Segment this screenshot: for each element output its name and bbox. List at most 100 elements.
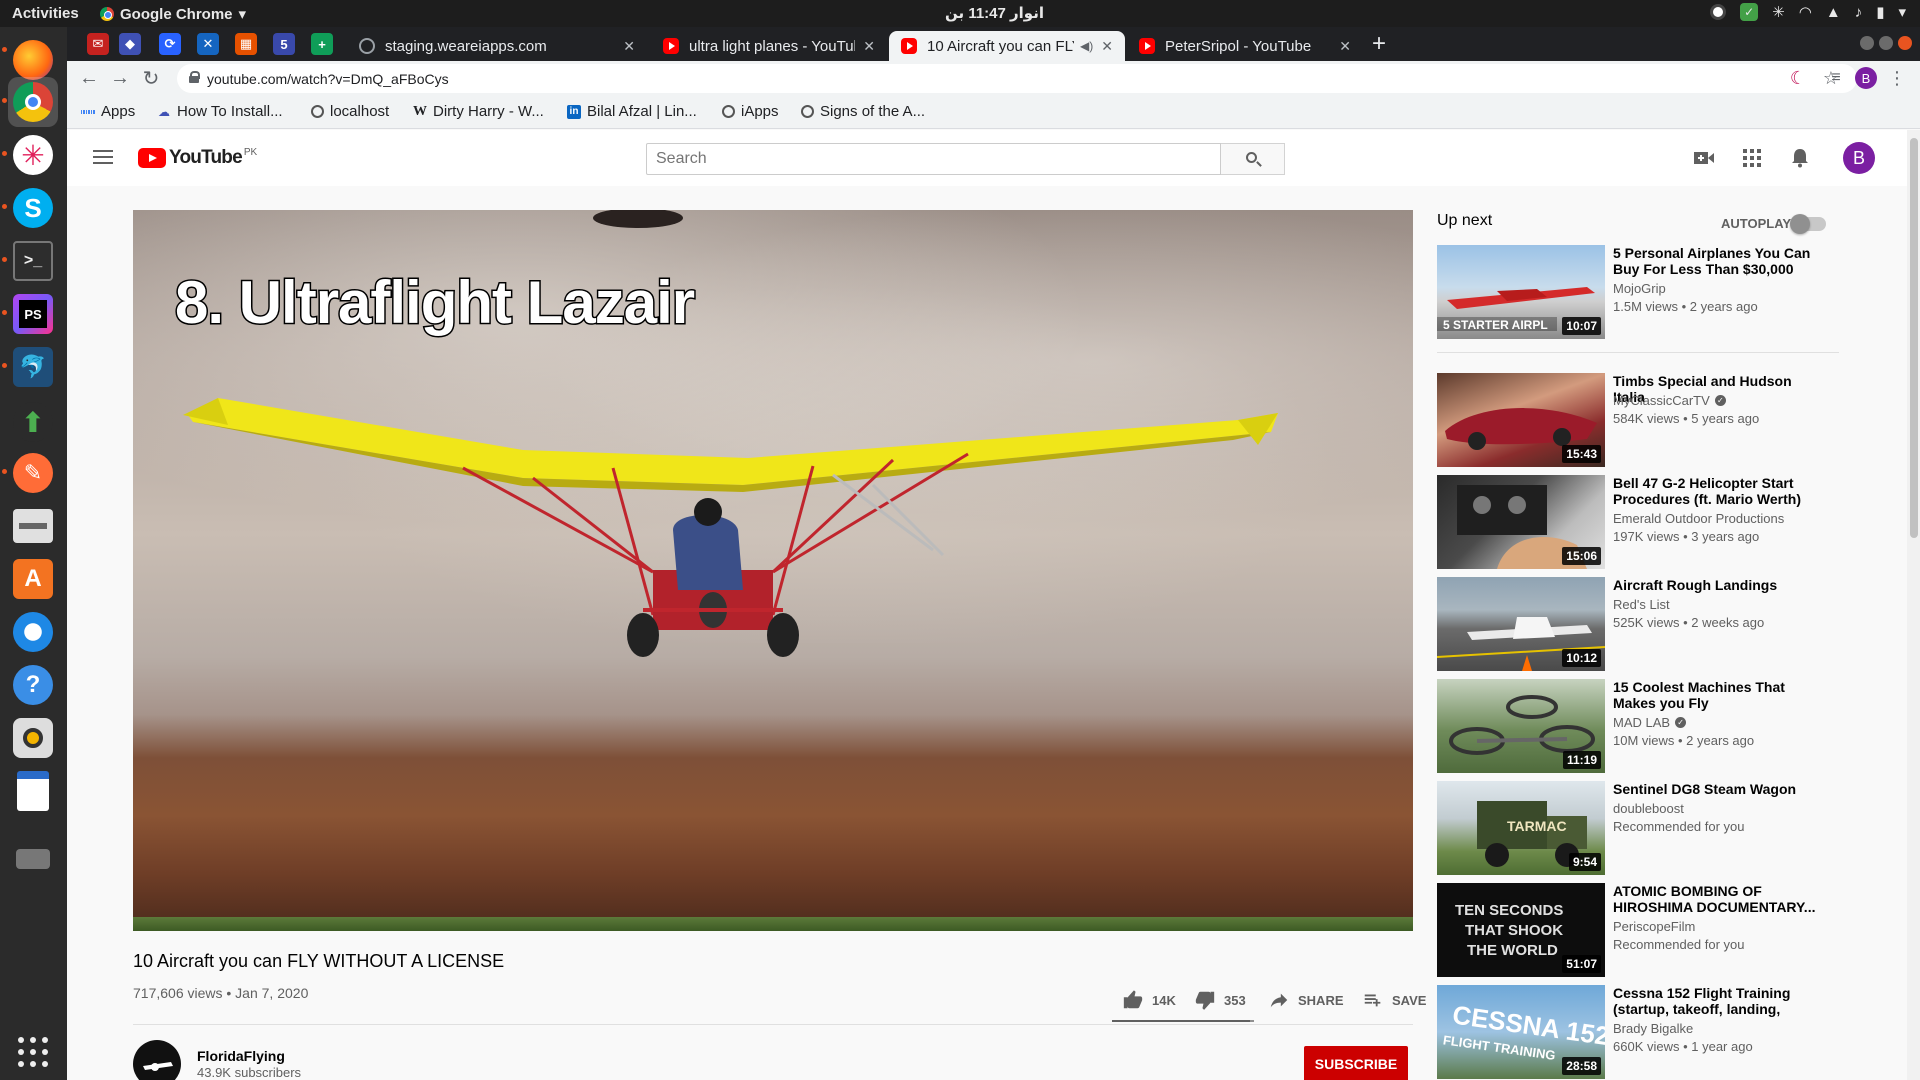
obs-icon[interactable] [1710,4,1727,20]
activities-button[interactable]: Activities [12,5,79,22]
video-title[interactable]: Bell 47 G-2 Helicopter Start Procedures … [1613,475,1823,507]
forward-button[interactable]: → [107,65,133,91]
recommended-video[interactable]: 5 STARTER AIRPL 10:07 5 Personal Airplan… [1437,245,1857,339]
channel-name[interactable]: Emerald Outdoor Productions [1613,511,1784,526]
close-window-button[interactable] [1898,36,1912,50]
recommended-video[interactable]: 15:43 Timbs Special and Hudson Italia My… [1437,373,1857,467]
clock[interactable]: انوار 11:47 بن [945,4,1044,22]
video-title[interactable]: Sentinel DG8 Steam Wagon [1613,781,1823,797]
close-icon[interactable]: ✕ [863,38,875,55]
robo3t-icon[interactable]: ⬆ [8,397,58,447]
gmail-pinned-tab[interactable]: ✉ [87,33,109,55]
video-title[interactable]: 5 Personal Airplanes You Can Buy For Les… [1613,245,1823,277]
subscribe-button[interactable]: SUBSCRIBE [1304,1046,1408,1080]
channel-name[interactable]: doubleboost [1613,801,1684,816]
channel-name[interactable]: MAD LAB ✓ [1613,715,1687,730]
share-button[interactable]: SHARE [1268,989,1344,1011]
trash-icon[interactable] [8,819,58,869]
reload-button[interactable]: ↻ [138,65,164,91]
terminal-icon[interactable]: >_ [8,236,58,286]
pinned-tab[interactable]: ▦ [235,33,257,55]
channel-name[interactable]: MojoGrip [1613,281,1666,296]
profile-button[interactable]: B [1854,66,1878,90]
recommended-video[interactable]: 10:12 Aircraft Rough Landings Red's List… [1437,577,1857,671]
save-button[interactable]: SAVE [1362,989,1426,1011]
menu-icon[interactable] [93,150,113,168]
channel-avatar[interactable] [133,1040,181,1080]
show-apps-icon[interactable] [8,1027,58,1077]
channel-name[interactable]: PeriscopeFilm [1613,919,1695,934]
file-manager-icon[interactable] [8,501,58,551]
system-tray[interactable]: ✓ ✳ ◠ ▲ ♪ ▮ ▾ [1710,3,1906,21]
apps-icon[interactable] [1740,146,1764,170]
channel-name[interactable]: Brady Bigalke [1613,1021,1693,1036]
phpstorm-icon[interactable]: PS [8,289,58,339]
close-icon[interactable]: ✕ [623,38,635,55]
video-thumbnail[interactable]: 15:06 [1437,475,1605,569]
scrollbar-thumb[interactable] [1910,138,1918,538]
bookmark-item[interactable]: Signs of the A... [801,103,925,120]
more-vertical-icon[interactable]: ⋮ [1887,66,1907,90]
video-thumbnail[interactable]: CESSNA 152 FLIGHT TRAINING 28:58 [1437,985,1605,1079]
postman-icon[interactable]: ✎ [8,448,58,498]
bookmark-item[interactable]: in Bilal Afzal | Lin... [567,103,697,120]
volume-icon[interactable]: ♪ [1855,4,1863,21]
vpn-lock-icon[interactable]: ▲ [1826,4,1841,21]
browser-tab-active[interactable]: 10 Aircraft you can FLY ◀) ✕ [889,31,1125,61]
video-player[interactable]: 8. Ultraflight Lazair [133,210,1413,931]
channel-name[interactable]: MyClassicCarTV ✓ [1613,393,1726,408]
help-icon[interactable]: ? [8,660,58,710]
sheets-pinned-tab[interactable]: + [311,33,333,55]
maximize-window-button[interactable] [1879,36,1893,50]
slack-tray-icon[interactable]: ✳ [1772,3,1785,21]
pinned-tab[interactable]: 5 [273,33,295,55]
video-title[interactable]: 15 Coolest Machines That Makes you Fly [1613,679,1823,711]
slack-icon[interactable]: ✳ [8,130,58,180]
mysql-workbench-icon[interactable]: 🐬 [8,342,58,392]
thunderbird-icon[interactable] [8,607,58,657]
pinned-tab[interactable]: ⟳ [159,33,181,55]
address-bar[interactable]: youtube.com/watch?v=DmQ_aFBoCys ☆ [177,64,1857,93]
recommended-video[interactable]: CESSNA 152 FLIGHT TRAINING 28:58 Cessna 1… [1437,985,1857,1079]
video-thumbnail[interactable]: 5 STARTER AIRPL 10:07 [1437,245,1605,339]
video-title[interactable]: Aircraft Rough Landings [1613,577,1823,593]
search-input[interactable] [646,143,1221,175]
browser-tab[interactable]: staging.weareiapps.com ✕ [347,31,647,61]
libreoffice-writer-icon[interactable] [8,766,58,816]
media-control-icon[interactable]: ≡ [1824,66,1848,90]
video-thumbnail[interactable]: TEN SECONDS THAT SHOOK THE WORLD 51:07 [1437,883,1605,977]
create-video-icon[interactable] [1692,146,1716,170]
video-title[interactable]: ATOMIC BOMBING OF HIROSHIMA DOCUMENTARY.… [1613,883,1823,915]
rhythmbox-icon[interactable] [8,713,58,763]
lock-icon[interactable] [189,71,200,83]
autoplay-toggle[interactable] [1790,214,1826,234]
recommended-video[interactable]: 11:19 15 Coolest Machines That Makes you… [1437,679,1857,773]
chrome-icon[interactable] [8,77,58,127]
wifi-icon[interactable]: ◠ [1799,3,1812,21]
bookmark-item[interactable]: iApps [722,103,779,120]
browser-tab[interactable]: ultra light planes - YouTube ✕ [651,31,887,61]
video-thumbnail[interactable]: TARMAC 9:54 [1437,781,1605,875]
video-thumbnail[interactable]: 15:43 [1437,373,1605,467]
page-scrollbar[interactable] [1907,130,1920,1080]
bookmark-item[interactable]: localhost [311,103,389,120]
youtube-logo[interactable]: YouTube PK [138,147,257,169]
recommended-video[interactable]: 15:06 Bell 47 G-2 Helicopter Start Proce… [1437,475,1857,569]
recommended-video[interactable]: TEN SECONDS THAT SHOOK THE WORLD 51:07 ATO… [1437,883,1857,977]
video-thumbnail[interactable]: 11:19 [1437,679,1605,773]
recommended-video[interactable]: TARMAC 9:54 Sentinel DG8 Steam Wagon dou… [1437,781,1857,875]
check-icon[interactable]: ✓ [1740,3,1759,21]
minimize-window-button[interactable] [1860,36,1874,50]
audio-playing-icon[interactable]: ◀) [1080,39,1093,53]
video-thumbnail[interactable]: 10:12 [1437,577,1605,671]
video-title[interactable]: Cessna 152 Flight Training (startup, tak… [1613,985,1823,1017]
bookmark-item[interactable]: W Dirty Harry - W... [413,103,544,120]
dislike-button[interactable]: 353 [1194,989,1246,1011]
software-center-icon[interactable]: A [8,554,58,604]
close-icon[interactable]: ✕ [1101,38,1113,55]
account-avatar[interactable]: B [1843,142,1875,174]
pinned-tab[interactable]: ✕ [197,33,219,55]
channel-name[interactable]: Red's List [1613,597,1670,612]
channel-name[interactable]: FloridaFlying [197,1048,285,1064]
back-button[interactable]: ← [76,65,102,91]
